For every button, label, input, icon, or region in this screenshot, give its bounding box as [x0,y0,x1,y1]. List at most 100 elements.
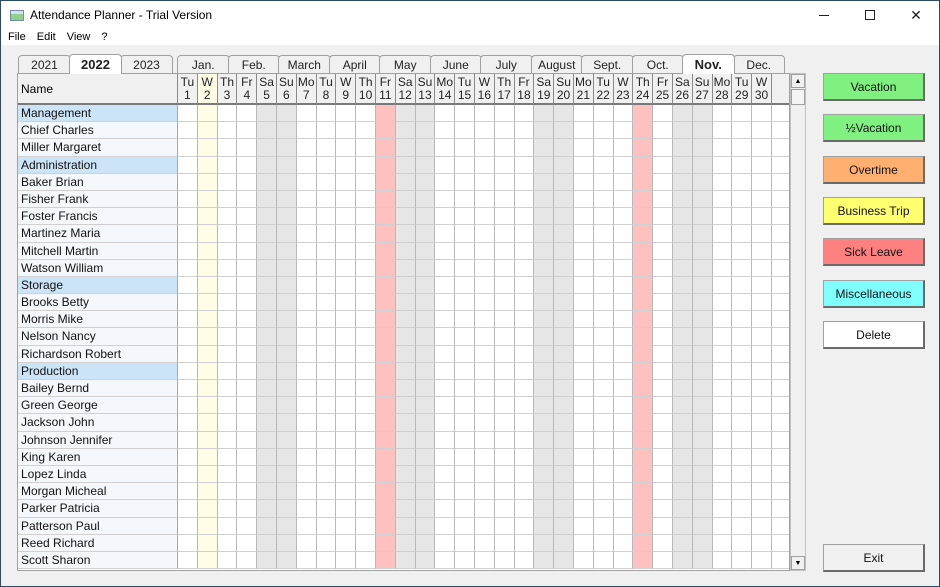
day-cell[interactable] [237,517,258,535]
day-cell[interactable] [178,431,198,449]
day-cell[interactable] [633,276,654,295]
day-cell[interactable] [296,225,317,243]
day-cell[interactable] [672,517,693,535]
day-cell[interactable] [474,551,495,570]
day-cell[interactable] [178,448,198,466]
day-cell[interactable] [455,551,475,570]
day-cell[interactable] [593,122,614,140]
day-cell[interactable] [257,345,277,363]
day-cell[interactable] [296,397,317,415]
day-cell[interactable] [455,414,475,432]
day-cell[interactable] [395,414,416,432]
day-cell[interactable] [455,242,475,260]
day-cell[interactable] [415,397,436,415]
day-cell[interactable] [336,362,357,380]
day-cell[interactable] [534,380,555,398]
day-cell[interactable] [554,500,574,518]
day-cell[interactable] [276,431,297,449]
day-cell[interactable] [534,173,555,191]
day-cell[interactable] [752,242,772,260]
day-cell[interactable] [276,465,297,484]
day-cell[interactable] [534,208,555,226]
month-tab[interactable]: Sept. [581,55,634,74]
day-cell[interactable] [336,345,357,363]
day-cell[interactable] [672,122,693,140]
day-cell[interactable] [276,380,297,398]
day-cell[interactable] [197,105,218,123]
day-cell[interactable] [415,311,436,329]
day-column-header[interactable]: Sa 26 [672,74,693,105]
day-cell[interactable] [455,465,475,484]
day-column-header[interactable]: Mo 7 [296,74,317,105]
day-cell[interactable] [316,431,337,449]
month-tab[interactable]: March [278,55,331,74]
day-cell[interactable] [692,105,713,123]
day-cell[interactable] [633,431,654,449]
day-cell[interactable] [375,448,396,466]
day-cell[interactable] [593,156,614,174]
day-cell[interactable] [752,500,772,518]
day-cell[interactable] [554,551,574,570]
overtime-button[interactable]: Overtime [823,156,925,184]
day-cell[interactable] [593,362,614,380]
day-cell[interactable] [613,294,634,312]
employee-name-cell[interactable]: Bailey Bernd [18,380,178,398]
day-cell[interactable] [752,362,772,380]
day-cell[interactable] [178,517,198,535]
day-cell[interactable] [672,500,693,518]
day-cell[interactable] [316,500,337,518]
day-cell[interactable] [276,328,297,346]
day-cell[interactable] [395,105,416,123]
month-tab[interactable]: August [530,55,583,74]
month-tab[interactable]: Oct. [631,55,684,74]
day-cell[interactable] [415,294,436,312]
day-column-header[interactable]: Sa 19 [534,74,555,105]
day-cell[interactable] [653,345,673,363]
day-cell[interactable] [336,122,357,140]
day-cell[interactable] [455,448,475,466]
day-cell[interactable] [672,362,693,380]
day-cell[interactable] [474,534,495,552]
day-column-header[interactable]: W9 [336,74,357,105]
day-column-header[interactable]: W 23 [613,74,634,105]
day-cell[interactable] [732,534,753,552]
day-cell[interactable] [455,276,475,295]
day-cell[interactable] [732,380,753,398]
day-cell[interactable] [494,208,515,226]
day-cell[interactable] [613,431,634,449]
day-cell[interactable] [573,242,594,260]
day-cell[interactable] [494,500,515,518]
day-cell[interactable] [514,156,535,174]
day-cell[interactable] [653,414,673,432]
day-cell[interactable] [276,139,297,157]
day-cell[interactable] [593,294,614,312]
day-cell[interactable] [534,122,555,140]
day-cell[interactable] [395,483,416,501]
day-cell[interactable] [672,208,693,226]
day-cell[interactable] [375,328,396,346]
day-cell[interactable] [692,173,713,191]
name-column-header[interactable]: Name [18,74,178,105]
day-cell[interactable] [197,122,218,140]
day-cell[interactable] [593,534,614,552]
day-cell[interactable] [197,534,218,552]
day-cell[interactable] [732,465,753,484]
day-cell[interactable] [375,139,396,157]
day-cell[interactable] [336,448,357,466]
day-cell[interactable] [276,397,297,415]
day-cell[interactable] [732,259,753,277]
day-cell[interactable] [197,500,218,518]
day-cell[interactable] [435,259,456,277]
day-cell[interactable] [257,259,277,277]
day-column-header[interactable]: Fr 25 [653,74,673,105]
day-cell[interactable] [435,465,456,484]
day-cell[interactable] [316,225,337,243]
day-cell[interactable] [257,517,277,535]
day-cell[interactable] [554,397,574,415]
day-cell[interactable] [554,311,574,329]
employee-name-cell[interactable]: Richardson Robert [18,345,178,363]
day-cell[interactable] [276,448,297,466]
day-cell[interactable] [494,345,515,363]
day-cell[interactable] [375,517,396,535]
day-cell[interactable] [217,551,238,570]
